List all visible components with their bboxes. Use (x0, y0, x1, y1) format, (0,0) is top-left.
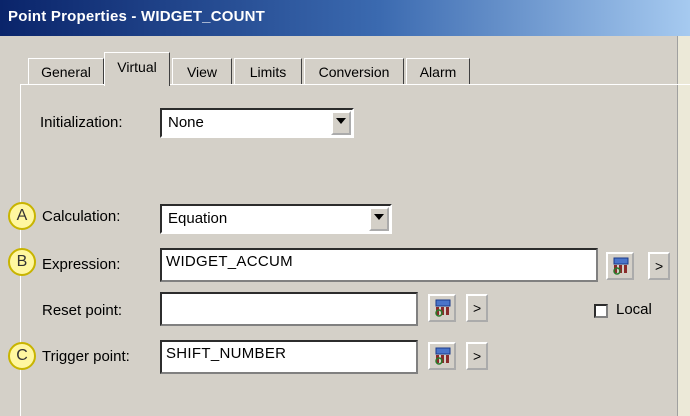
callout-badge-c: C (8, 342, 36, 370)
tab-conversion[interactable]: Conversion (304, 58, 404, 84)
tab-alarm[interactable]: Alarm (406, 58, 470, 84)
tab-limits[interactable]: Limits (234, 58, 302, 84)
tab-view[interactable]: View (172, 58, 232, 84)
virtual-tab-panel (20, 84, 690, 416)
title-bar: Point Properties - WIDGET_COUNT (0, 0, 690, 36)
window-title: Point Properties - WIDGET_COUNT (8, 8, 266, 25)
callout-badge-a: A (8, 202, 36, 230)
callout-badge-b: B (8, 248, 36, 276)
tab-virtual[interactable]: Virtual (104, 52, 170, 86)
tab-general[interactable]: General (28, 58, 104, 84)
point-properties-window: Point Properties - WIDGET_COUNT General … (0, 0, 690, 416)
